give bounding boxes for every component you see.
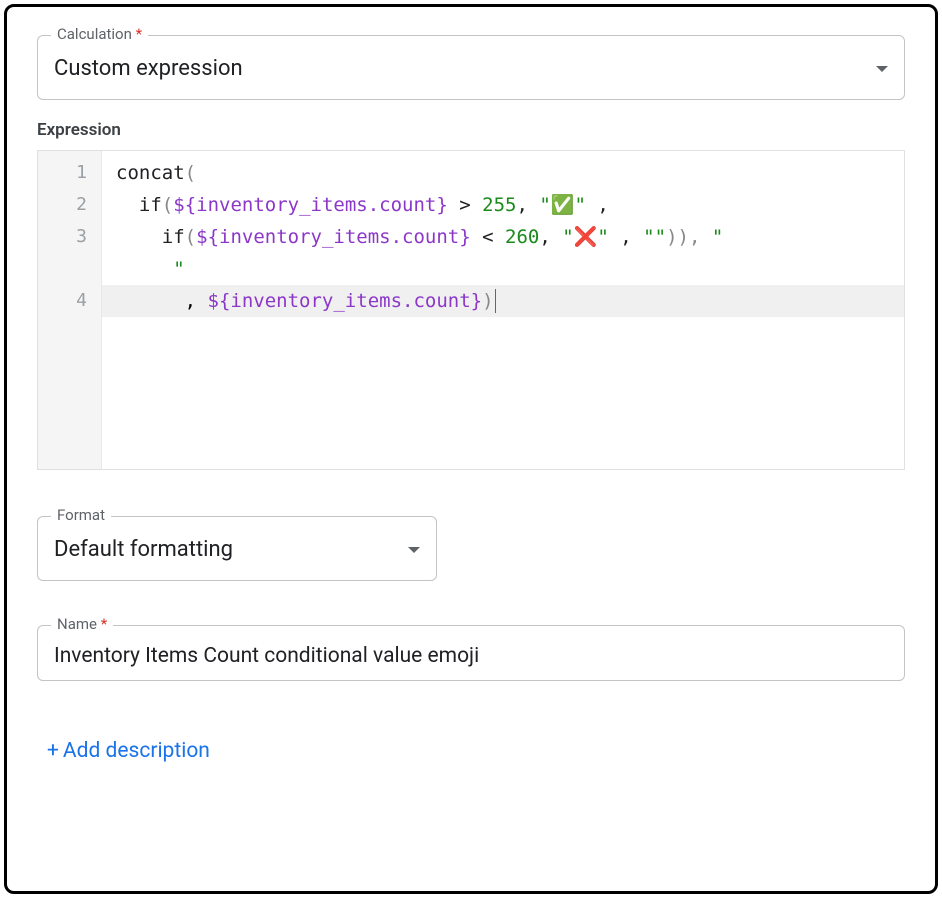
name-field: Name * (37, 625, 905, 681)
format-label: Format (51, 506, 111, 524)
code-line-4: , ${inventory_items.count}) (102, 285, 904, 317)
chevron-down-icon (408, 547, 420, 553)
name-input-border (37, 625, 905, 681)
name-label: Name * (51, 615, 113, 633)
name-input[interactable] (54, 644, 888, 668)
calculation-field: Calculation * Custom expression (37, 35, 905, 100)
cursor (495, 289, 496, 313)
code-line-3: if(${inventory_items.count} < 260, "❌" ,… (116, 221, 894, 285)
custom-calc-panel: Calculation * Custom expression Expressi… (4, 4, 938, 894)
format-field: Format Default formatting (37, 516, 437, 581)
format-select[interactable]: Default formatting (37, 516, 437, 581)
code-line-2: if(${inventory_items.count} > 255, "✅" , (116, 189, 894, 221)
calculation-value: Custom expression (54, 54, 243, 85)
plus-icon: + (47, 739, 59, 763)
add-description-label: Add description (63, 739, 210, 763)
line-gutter: 1 2 3 4 (38, 151, 102, 469)
add-description-link[interactable]: + Add description (37, 739, 210, 763)
format-value: Default formatting (54, 535, 233, 566)
expression-label: Expression (37, 120, 905, 140)
expression-editor[interactable]: 1 2 3 4 concat( if(${inventory_items.cou… (37, 150, 905, 470)
code-content[interactable]: concat( if(${inventory_items.count} > 25… (102, 151, 904, 469)
calculation-label: Calculation * (51, 25, 148, 43)
chevron-down-icon (876, 66, 888, 72)
code-line-1: concat( (116, 157, 894, 189)
calculation-select[interactable]: Custom expression (37, 35, 905, 100)
